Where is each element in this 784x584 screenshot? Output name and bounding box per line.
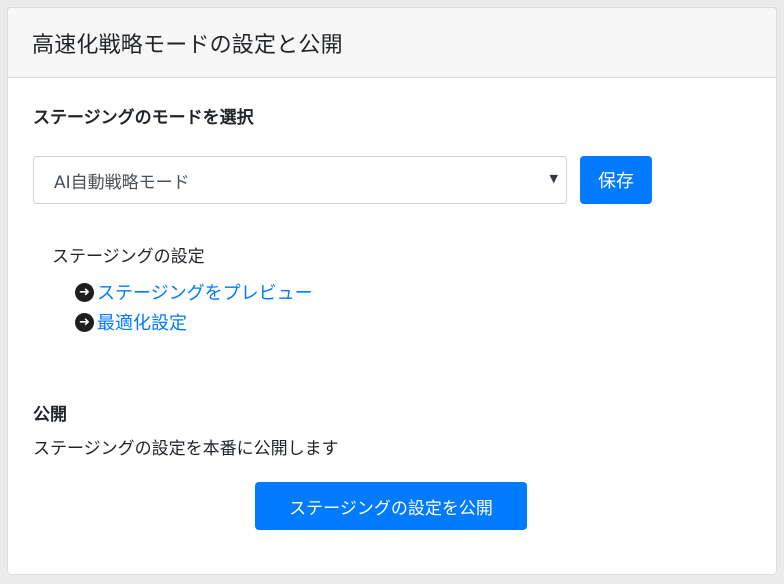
optimization-settings-link-row[interactable]: ➜ 最適化設定 xyxy=(75,309,187,335)
mode-select-value: AI自動戦略モード xyxy=(54,172,190,193)
save-button[interactable]: 保存 xyxy=(580,156,652,204)
optimization-settings-link[interactable]: 最適化設定 xyxy=(97,309,187,335)
caret-down-icon: ▼ xyxy=(549,172,558,185)
mode-section-heading: ステージングのモードを選択 xyxy=(33,108,254,128)
settings-card: 高速化戦略モードの設定と公開 ステージングのモードを選択 AI自動戦略モード ▼… xyxy=(7,7,777,575)
circle-arrow-right-icon: ➜ xyxy=(75,312,94,332)
card-header: 高速化戦略モードの設定と公開 xyxy=(8,8,776,78)
page-title: 高速化戦略モードの設定と公開 xyxy=(32,32,343,58)
mode-select[interactable]: AI自動戦略モード ▼ xyxy=(33,156,567,204)
publish-description: ステージングの設定を本番に公開します xyxy=(33,439,339,459)
staging-preview-link[interactable]: ステージングをプレビュー xyxy=(97,279,313,305)
staging-preview-link-row[interactable]: ➜ ステージングをプレビュー xyxy=(75,279,313,305)
publish-section-heading: 公開 xyxy=(33,405,67,425)
staging-settings-label: ステージングの設定 xyxy=(52,247,205,267)
circle-arrow-right-icon: ➜ xyxy=(75,282,94,302)
publish-staging-button[interactable]: ステージングの設定を公開 xyxy=(255,482,527,530)
